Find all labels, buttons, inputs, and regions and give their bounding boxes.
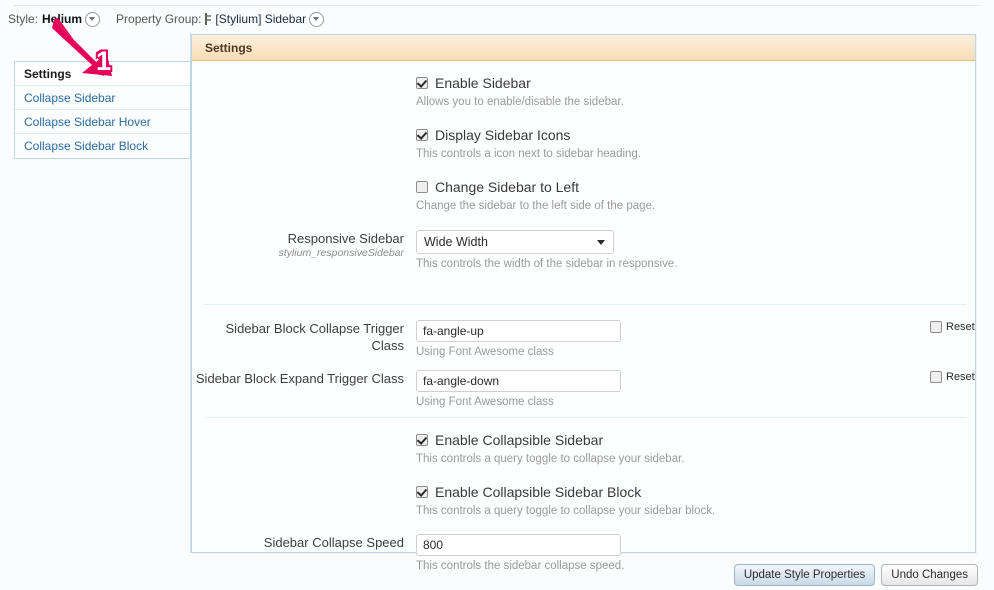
panel-body: Enable Sidebar Allows you to enable/disa… — [192, 61, 975, 572]
collapse-trigger-class-reset-label: Reset — [946, 321, 975, 333]
sidebar-item-collapse-sidebar[interactable]: Collapse Sidebar — [15, 86, 190, 110]
section-divider-2 — [204, 417, 966, 418]
collapse-trigger-class-help: Using Font Awesome class — [416, 346, 554, 358]
expand-trigger-class-input[interactable] — [416, 370, 621, 392]
sidebar-item-collapse-sidebar-hover[interactable]: Collapse Sidebar Hover — [15, 110, 190, 134]
display-sidebar-icons-help: This controls a icon next to sidebar hea… — [416, 148, 642, 160]
chevron-down-icon — [597, 240, 605, 245]
collapse-trigger-class-input[interactable] — [416, 320, 621, 342]
expand-trigger-class-reset-label: Reset — [946, 371, 975, 383]
expand-trigger-class-reset[interactable]: Reset — [930, 371, 975, 383]
expand-trigger-class-label-wrap: Sidebar Block Expand Trigger Class — [192, 370, 416, 387]
settings-panel: Settings Enable Sidebar Allows you to en… — [191, 34, 976, 572]
enable-sidebar-help: Allows you to enable/disable the sidebar… — [416, 96, 624, 108]
row-collapse-trigger-class: Sidebar Block Collapse Trigger Class Usi… — [192, 320, 975, 360]
settings-tab-list: Settings Collapse Sidebar Collapse Sideb… — [14, 61, 191, 159]
expand-trigger-class-help: Using Font Awesome class — [416, 396, 554, 408]
enable-collapsible-sidebar-control[interactable]: Enable Collapsible Sidebar — [416, 431, 684, 449]
page-top-rule — [14, 5, 980, 6]
sidebar-collapse-speed-input[interactable] — [416, 534, 621, 556]
enable-collapsible-sidebar-label: Enable Collapsible Sidebar — [435, 432, 604, 448]
update-style-properties-button[interactable]: Update Style Properties — [733, 564, 876, 586]
collapse-trigger-class-label: Sidebar Block Collapse Trigger Class — [225, 321, 404, 353]
row-responsive-sidebar: Responsive Sidebar stylium_responsiveSid… — [192, 230, 975, 272]
display-sidebar-icons-control[interactable]: Display Sidebar Icons — [416, 126, 641, 144]
sidebar-item-label: Settings — [24, 67, 72, 81]
enable-collapsible-sidebar-block-control[interactable]: Enable Collapsible Sidebar Block — [416, 483, 715, 501]
style-value[interactable]: Helium — [42, 12, 82, 26]
enable-sidebar-label: Enable Sidebar — [435, 75, 531, 91]
expand-trigger-class-label: Sidebar Block Expand Trigger Class — [195, 371, 404, 386]
property-group-value[interactable]: [Stylium] Sidebar — [215, 12, 306, 26]
panel-title: Settings — [192, 35, 975, 61]
enable-collapsible-sidebar-help: This controls a query toggle to collapse… — [416, 453, 685, 465]
property-group-label: Property Group: — [116, 12, 202, 26]
display-sidebar-icons-checkbox[interactable] — [416, 129, 428, 141]
property-group-chevron-down-circle-icon[interactable] — [309, 11, 325, 27]
collapse-trigger-class-field: Using Font Awesome class — [416, 320, 975, 360]
sidebar-item-label: Collapse Sidebar — [24, 91, 116, 105]
row-enable-collapsible-sidebar: Enable Collapsible Sidebar This controls… — [416, 431, 684, 467]
style-toolbar: Style: Helium Property Group: [Stylium] … — [8, 10, 326, 28]
change-sidebar-to-left-checkbox[interactable] — [416, 181, 428, 193]
row-display-sidebar-icons: Display Sidebar Icons This controls a ic… — [416, 126, 641, 162]
responsive-sidebar-help: This controls the width of the sidebar i… — [416, 258, 678, 270]
row-expand-trigger-class: Sidebar Block Expand Trigger Class Using… — [192, 370, 975, 410]
row-enable-sidebar: Enable Sidebar Allows you to enable/disa… — [416, 74, 624, 110]
responsive-sidebar-label: Responsive Sidebar — [287, 231, 404, 246]
expand-trigger-class-field: Using Font Awesome class — [416, 370, 975, 410]
responsive-sidebar-selected-value: Wide Width — [424, 235, 488, 249]
sidebar-item-collapse-sidebar-block[interactable]: Collapse Sidebar Block — [15, 134, 190, 158]
row-change-sidebar-to-left: Change Sidebar to Left Change the sideba… — [416, 178, 655, 214]
sidebar-item-label: Collapse Sidebar Block — [24, 139, 149, 153]
row-enable-collapsible-sidebar-block: Enable Collapsible Sidebar Block This co… — [416, 483, 715, 519]
collapse-trigger-class-reset-checkbox[interactable] — [930, 321, 942, 333]
style-label: Style: — [8, 12, 39, 26]
responsive-sidebar-select[interactable]: Wide Width — [416, 230, 614, 254]
enable-collapsible-sidebar-block-help: This controls a query toggle to collapse… — [416, 505, 716, 517]
collapse-trigger-class-reset[interactable]: Reset — [930, 321, 975, 333]
sidebar-collapse-speed-label-wrap: Sidebar Collapse Speed — [192, 534, 416, 551]
enable-collapsible-sidebar-checkbox[interactable] — [416, 434, 428, 446]
display-sidebar-icons-label: Display Sidebar Icons — [435, 127, 571, 143]
enable-sidebar-control[interactable]: Enable Sidebar — [416, 74, 624, 92]
property-group-icon — [205, 13, 212, 25]
change-sidebar-to-left-control[interactable]: Change Sidebar to Left — [416, 178, 655, 196]
change-sidebar-to-left-help: Change the sidebar to the left side of t… — [416, 200, 656, 212]
collapse-trigger-class-label-wrap: Sidebar Block Collapse Trigger Class — [192, 320, 416, 354]
chevron-down-circle-icon[interactable] — [85, 11, 101, 27]
responsive-sidebar-label-wrap: Responsive Sidebar stylium_responsiveSid… — [192, 230, 416, 260]
undo-changes-button[interactable]: Undo Changes — [881, 564, 978, 586]
responsive-sidebar-field: Wide Width This controls the width of th… — [416, 230, 975, 272]
change-sidebar-to-left-label: Change Sidebar to Left — [435, 179, 579, 195]
footer-button-bar: Update Style Properties Undo Changes — [733, 564, 978, 586]
sidebar-item-label: Collapse Sidebar Hover — [24, 115, 151, 129]
enable-sidebar-checkbox[interactable] — [416, 77, 428, 89]
responsive-sidebar-sublabel: stylium_responsiveSidebar — [278, 247, 404, 259]
sidebar-collapse-speed-label: Sidebar Collapse Speed — [263, 535, 404, 550]
enable-collapsible-sidebar-block-checkbox[interactable] — [416, 486, 428, 498]
expand-trigger-class-reset-checkbox[interactable] — [930, 371, 942, 383]
sidebar-item-settings[interactable]: Settings — [15, 62, 190, 86]
section-divider-1 — [204, 304, 966, 305]
enable-collapsible-sidebar-block-label: Enable Collapsible Sidebar Block — [435, 484, 642, 500]
